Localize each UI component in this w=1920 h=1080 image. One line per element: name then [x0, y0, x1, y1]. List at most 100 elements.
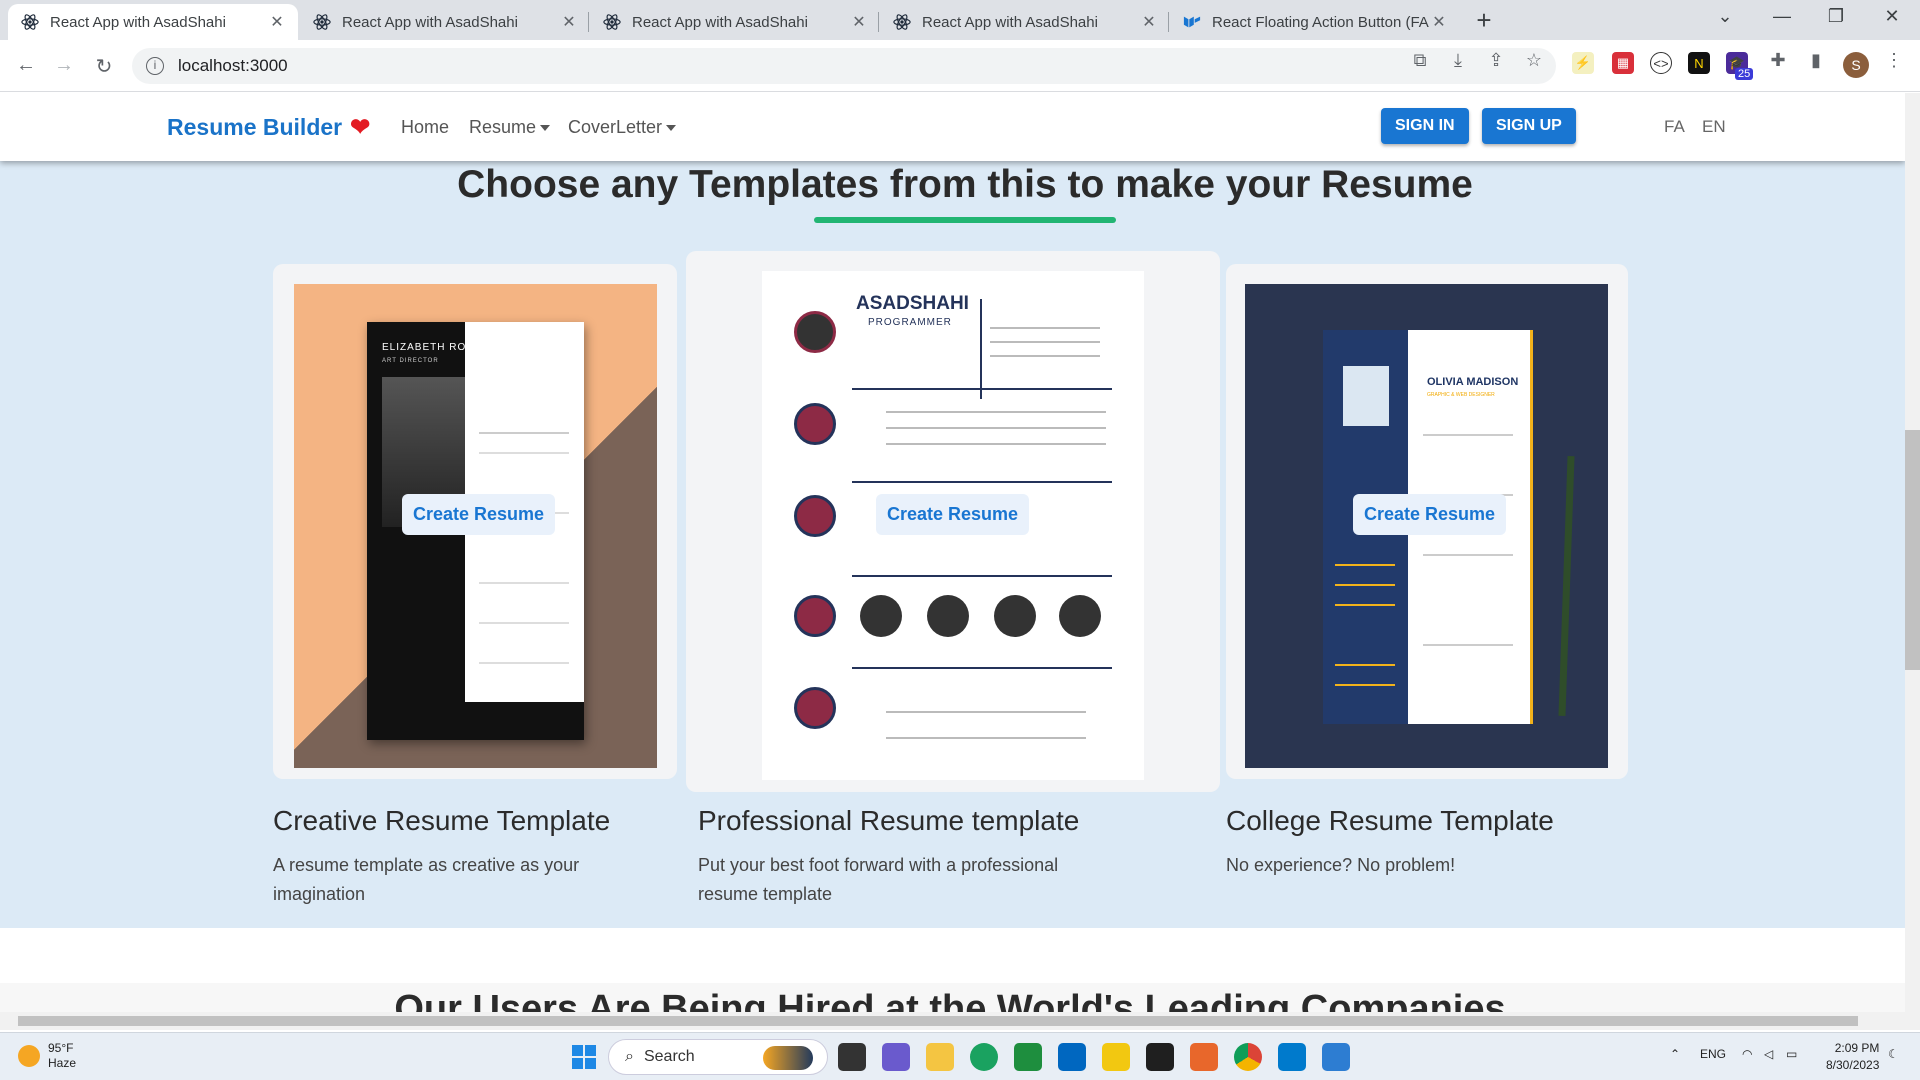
edge-icon[interactable] — [970, 1043, 998, 1071]
lang-fa-link[interactable]: FA — [1664, 117, 1685, 137]
vscode-icon[interactable] — [1278, 1043, 1306, 1071]
lang-en-link[interactable]: EN — [1702, 117, 1726, 137]
bookmark-star-icon[interactable]: ☆ — [1520, 50, 1548, 71]
battery-icon[interactable]: ▭ — [1786, 1047, 1797, 1061]
close-tab-icon[interactable]: ✕ — [1430, 12, 1448, 32]
template-card-professional[interactable]: ASADSHAHI PROGRAMMER Create Resume — [686, 251, 1220, 792]
create-resume-button[interactable]: Create Resume — [1353, 494, 1507, 535]
heading-underline — [814, 217, 1116, 223]
sign-up-button[interactable]: SIGN UP — [1482, 108, 1576, 144]
template-card-creative[interactable]: ELIZABETH RODRERG ART DIRECTOR Create Re… — [273, 264, 677, 779]
windows-taskbar: 95°F Haze ⌕ Search ⌃ ENG ◠ ◁ ▭ 2:09 PM 8… — [0, 1032, 1920, 1080]
windows-start-icon[interactable] — [572, 1045, 596, 1069]
haze-sun-icon — [18, 1045, 40, 1067]
nav-resume-dropdown[interactable]: Resume — [469, 117, 551, 138]
install-icon[interactable]: ⤓ — [1444, 50, 1472, 71]
media-player-icon[interactable] — [1322, 1043, 1350, 1071]
side-panel-icon[interactable]: ▮ — [1802, 50, 1830, 71]
system-clock[interactable]: 2:09 PM 8/30/2023 — [1826, 1040, 1879, 1074]
template-description: A resume template as creative as your im… — [273, 855, 580, 904]
reload-icon[interactable]: ↻ — [90, 54, 118, 79]
template-title: Creative Resume Template — [273, 805, 611, 836]
close-window-button[interactable]: ✕ — [1872, 6, 1912, 27]
xampp-icon[interactable] — [1190, 1043, 1218, 1071]
create-resume-button[interactable]: Create Resume — [402, 494, 556, 535]
weather-widget[interactable]: 95°F Haze — [18, 1041, 76, 1071]
chrome-icon[interactable] — [1234, 1043, 1262, 1071]
preview-name: OLIVIA MADISON — [1427, 376, 1519, 388]
section-heading: Choose any Templates from this to make y… — [457, 163, 1473, 206]
terminal-icon[interactable] — [1146, 1043, 1174, 1071]
extension-badge: 25 — [1735, 68, 1754, 80]
preview-role: GRAPHIC & WEB DESIGNER — [1427, 392, 1495, 398]
horizontal-scroll-thumb[interactable] — [18, 1016, 1858, 1026]
extension-bolt-icon[interactable]: ⚡ — [1572, 52, 1594, 74]
preview-name: ELIZABETH RODRERG — [382, 342, 508, 353]
file-explorer-icon[interactable] — [926, 1043, 954, 1071]
wifi-icon[interactable]: ◠ — [1742, 1047, 1752, 1061]
extension-n-icon[interactable]: N — [1688, 52, 1710, 74]
browser-tab[interactable]: React App with AsadShahi ✕ — [8, 4, 298, 40]
new-tab-button[interactable]: + — [1470, 6, 1498, 34]
tab-title: React App with AsadShahi — [922, 13, 1098, 31]
close-tab-icon[interactable]: ✕ — [1140, 12, 1158, 32]
create-resume-button[interactable]: Create Resume — [876, 494, 1030, 535]
share-icon[interactable]: ⇪ — [1482, 50, 1510, 71]
taskbar-search[interactable]: ⌕ Search — [608, 1039, 828, 1075]
forward-icon[interactable]: → — [50, 54, 78, 77]
tab-title: React App with AsadShahi — [632, 13, 808, 31]
caret-down-icon — [540, 125, 551, 132]
clock-date: 8/30/2023 — [1826, 1058, 1880, 1072]
language-indicator[interactable]: ENG — [1700, 1047, 1726, 1061]
caret-down-icon — [666, 125, 677, 132]
tab-title: React App with AsadShahi — [50, 13, 226, 31]
extension-code-icon[interactable]: <> — [1650, 52, 1672, 74]
browser-tab[interactable]: React Floating Action Button (FA ✕ — [1170, 4, 1460, 40]
nav-home-link[interactable]: Home — [401, 117, 449, 138]
brand-logo[interactable]: Resume Builder ❤ — [167, 113, 370, 142]
profile-avatar[interactable]: S — [1843, 52, 1869, 78]
back-icon[interactable]: ← — [12, 54, 40, 77]
page-content: Resume Builder ❤ Home Resume CoverLetter … — [0, 93, 1905, 1018]
open-in-app-icon[interactable]: ⧉ — [1406, 50, 1434, 71]
close-tab-icon[interactable]: ✕ — [268, 12, 286, 32]
tab-title: React Floating Action Button (FA — [1212, 13, 1429, 31]
nav-coverletter-dropdown[interactable]: CoverLetter — [568, 117, 677, 138]
extension-grid-icon[interactable]: ▦ — [1612, 52, 1634, 74]
minimize-button[interactable]: — — [1762, 6, 1802, 27]
vertical-scroll-thumb[interactable] — [1905, 430, 1920, 670]
browser-tab[interactable]: React App with AsadShahi ✕ — [880, 4, 1170, 40]
teams-chat-icon[interactable] — [882, 1043, 910, 1071]
tab-search-icon[interactable]: ⌄ — [1705, 6, 1745, 27]
close-tab-icon[interactable]: ✕ — [850, 12, 868, 32]
notification-icon[interactable]: ☾ — [1888, 1047, 1899, 1061]
sign-in-button[interactable]: SIGN IN — [1381, 108, 1469, 144]
clock-time: 2:09 PM — [1834, 1041, 1880, 1055]
heart-icon: ❤ — [350, 114, 371, 141]
nav-coverletter-label: CoverLetter — [568, 117, 663, 137]
react-icon — [20, 12, 40, 32]
close-tab-icon[interactable]: ✕ — [560, 12, 578, 32]
url-field[interactable]: i localhost:3000 — [132, 48, 1556, 84]
search-icon: ⌕ — [625, 1048, 634, 1065]
mui-icon — [1182, 12, 1202, 32]
excel-icon[interactable] — [1014, 1043, 1042, 1071]
menu-kebab-icon[interactable]: ⋮ — [1880, 50, 1908, 71]
sticky-notes-icon[interactable] — [1102, 1043, 1130, 1071]
browser-tab[interactable]: React App with AsadShahi ✕ — [300, 4, 590, 40]
maximize-button[interactable]: ❐ — [1816, 6, 1856, 27]
volume-icon[interactable]: ◁ — [1764, 1047, 1773, 1061]
extensions-puzzle-icon[interactable]: ✚ — [1764, 50, 1792, 71]
site-info-icon[interactable]: i — [146, 57, 164, 75]
tab-strip: React App with AsadShahi ✕ React App wit… — [0, 0, 1920, 40]
weather-condition: Haze — [48, 1056, 77, 1070]
store-icon[interactable] — [1058, 1043, 1086, 1071]
brand-text: Resume Builder — [167, 114, 343, 140]
template-card-college[interactable]: OLIVIA MADISON GRAPHIC & WEB DESIGNER Cr… — [1226, 264, 1628, 779]
site-navbar: Resume Builder ❤ Home Resume CoverLetter … — [0, 93, 1905, 161]
browser-tab[interactable]: React App with AsadShahi ✕ — [590, 4, 880, 40]
task-view-icon[interactable] — [838, 1043, 866, 1071]
show-hidden-icons[interactable]: ⌃ — [1670, 1047, 1680, 1061]
template-title: Professional Resume template — [698, 805, 1080, 836]
template-description: Put your best foot forward with a profes… — [698, 855, 1059, 904]
